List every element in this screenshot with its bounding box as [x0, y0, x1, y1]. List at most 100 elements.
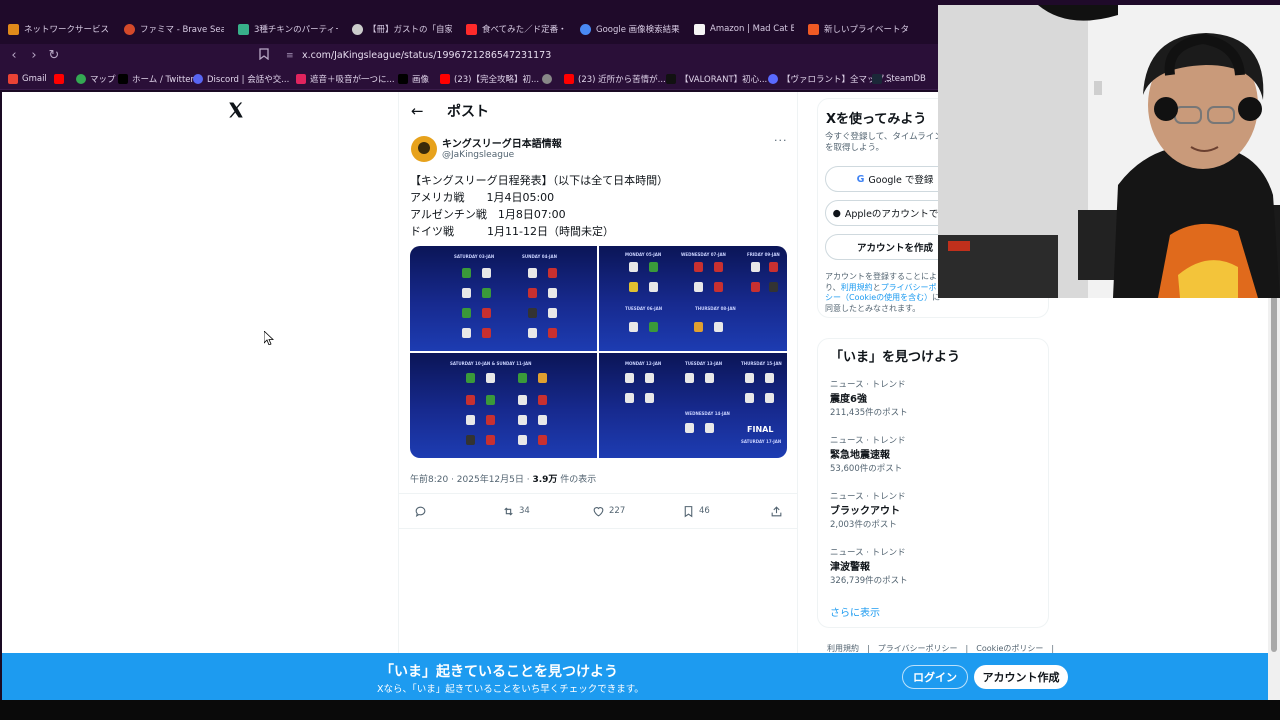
trend-name[interactable]: 緊急地震速報 — [830, 446, 890, 461]
bookmark-item[interactable]: (23) 近所から苦情が... — [564, 72, 666, 86]
tab-favicon-icon — [694, 23, 705, 35]
terms-link[interactable]: 利用規約 — [841, 283, 873, 292]
browser-tab[interactable]: Google 画像検索結果 — [580, 18, 680, 40]
post-timestamp[interactable]: 午前8:20 · 2025年12月5日 · — [410, 475, 532, 485]
browser-tab[interactable]: 食べてみた／ド定番・今２ — [466, 18, 566, 40]
tab-title: Amazon | Mad Cat Exp — [710, 24, 794, 34]
site-info-icon[interactable]: ≡ — [286, 47, 294, 65]
scrollbar-thumb[interactable] — [1271, 292, 1277, 652]
browser-tab[interactable]: 【冊】ガストの「自家製ロ — [352, 18, 452, 40]
bookmark-item[interactable]: Gmail — [8, 72, 47, 86]
back-arrow-icon[interactable]: ← — [411, 102, 424, 120]
signup-text: 今すぐ登録して、タイムラインを取得しよう。 — [825, 132, 943, 153]
heart-icon — [593, 506, 604, 516]
image-text: WEDNESDAY 07-JAN — [681, 252, 726, 257]
page-title: ポスト — [447, 104, 489, 120]
trend-name[interactable]: 津波警報 — [830, 558, 870, 573]
bookmark-label: Gmail — [22, 74, 47, 84]
schedule-image[interactable]: SATURDAY 10-JAN & SUNDAY 11-JAN — [410, 353, 597, 458]
bookmark-item[interactable]: Discord | 会話や交... — [193, 72, 289, 86]
tab-favicon-icon — [580, 23, 591, 35]
author-handle[interactable]: @JaKingsleague — [442, 150, 514, 160]
share-button[interactable] — [770, 504, 783, 518]
browser-tab[interactable]: ファミマ - Brave Search — [124, 18, 224, 40]
browser-tab[interactable]: 新しいプライベートタブ — [808, 18, 908, 40]
bookmark-button[interactable]: 46 — [682, 504, 710, 518]
forward-nav-icon[interactable]: › — [26, 48, 42, 64]
webcam-overlay — [938, 5, 1280, 298]
tab-favicon-icon — [808, 23, 819, 35]
reload-icon[interactable]: ↻ — [46, 48, 62, 64]
tweet-text-line: 【キングスリーグ日程発表】（以下は全て日本時間） — [410, 174, 669, 187]
x-icon — [398, 74, 408, 84]
image-text: TUESDAY 06-JAN — [625, 306, 663, 311]
like-button[interactable]: 227 — [592, 504, 625, 518]
back-nav-icon[interactable]: ‹ — [6, 48, 22, 64]
tab-title: 新しいプライベートタブ — [824, 25, 908, 35]
login-button[interactable]: ログイン — [902, 665, 968, 689]
repost-icon — [504, 506, 513, 516]
youtube-icon — [440, 74, 450, 84]
more-options-icon[interactable]: ··· — [774, 134, 788, 147]
tweet-text-line: アメリカ戦 1月4日05:00 — [410, 191, 555, 204]
bookmark-item[interactable]: ホーム / Twitter — [118, 72, 194, 86]
legal-text: アカウントを登録することにより、利用規約とプライバシーポリシー（Cookieの使… — [825, 272, 945, 314]
tweet-text-line: アルゼンチン戦 1月8日07:00 — [410, 208, 566, 221]
bookmark-label: Discord | 会話や交... — [207, 75, 290, 85]
bookmark-item[interactable]: (23)【完全攻略】初... — [440, 72, 539, 86]
tab-title: 【冊】ガストの「自家製ロ — [368, 25, 452, 35]
schedule-image[interactable]: MONDAY 12-JAN TUESDAY 13-JAN THURSDAY 15… — [599, 353, 787, 458]
bookmark-item[interactable]: 遮音＋吸音が一つに... — [296, 72, 395, 86]
show-more-link[interactable]: さらに表示 — [830, 604, 880, 619]
bookmark-label: (23) 近所から苦情が... — [578, 75, 666, 85]
image-text: SATURDAY 17-JAN — [741, 439, 782, 444]
bookmark-label: 画像 — [412, 75, 430, 85]
browser-tab[interactable]: ネットワークサービスにおけ — [8, 18, 108, 40]
reply-button[interactable] — [414, 504, 431, 518]
repost-count: 34 — [519, 506, 530, 516]
bookmark-label: (23)【完全攻略】初... — [454, 75, 540, 85]
browser-tab[interactable]: Amazon | Mad Cat Exp — [694, 18, 794, 40]
bookmark-item[interactable]: 画像 — [398, 72, 429, 86]
bookmark-item[interactable] — [54, 72, 64, 86]
trend-name[interactable]: 震度6強 — [830, 390, 867, 405]
tab-title: ネットワークサービスにおけ — [24, 25, 108, 35]
reply-icon — [415, 506, 426, 517]
avatar[interactable] — [411, 136, 437, 162]
divider — [399, 528, 797, 529]
bookmark-item[interactable]: SteamDB — [872, 72, 926, 86]
trend-category: ニュース · トレンド — [830, 380, 906, 390]
image-text: THURSDAY 08-JAN — [695, 306, 736, 311]
trends-title: 「いま」を見つけよう — [830, 350, 961, 365]
image-text: FRIDAY 09-JAN — [747, 252, 780, 257]
signup-title: Xを使ってみよう — [826, 112, 927, 127]
schedule-image[interactable]: MONDAY 05-JAN WEDNESDAY 07-JAN FRIDAY 09… — [599, 246, 787, 351]
schedule-image[interactable]: SATURDAY 03-JAN SUNDAY 04-JAN — [410, 246, 597, 351]
repost-button[interactable]: 34 — [502, 504, 530, 518]
bookmark-label: SteamDB — [886, 74, 926, 84]
browser-tab[interactable]: 3種チキンのパーティーセット — [238, 18, 338, 40]
bookmark-item[interactable] — [542, 72, 552, 86]
views-count: 3.9万 — [532, 475, 558, 485]
x-icon — [118, 74, 128, 84]
share-icon — [771, 505, 782, 516]
signup-button[interactable]: アカウント作成 — [974, 665, 1068, 689]
bookmark-item[interactable]: マップ — [76, 72, 116, 86]
google-icon: G — [856, 173, 865, 185]
bookmark-page-icon[interactable] — [256, 48, 272, 64]
image-text: FINAL — [747, 425, 774, 434]
trend-name[interactable]: ブラックアウト — [830, 502, 900, 517]
mouse-cursor-icon — [264, 331, 274, 345]
webcam-image — [938, 5, 1280, 298]
x-logo-icon[interactable] — [227, 100, 245, 120]
bookmark-label: マップ — [90, 75, 116, 85]
divider — [399, 493, 797, 494]
tab-favicon-icon — [8, 23, 19, 35]
bookmark-label: 遮音＋吸音が一つに... — [310, 75, 395, 85]
address-bar[interactable]: ≡ x.com/JaKingsleague/status/19967212865… — [280, 47, 940, 65]
tab-favicon-icon — [238, 23, 249, 35]
cookie-link[interactable]: （Cookieの使用を含む） — [841, 293, 932, 302]
bookmark-item[interactable]: 【VALORANT】初心... — [666, 72, 767, 86]
author-name[interactable]: キングスリーグ日本語情報 — [442, 135, 562, 150]
media-grid: SATURDAY 03-JAN SUNDAY 04-JAN MONDAY 05-… — [410, 246, 787, 458]
